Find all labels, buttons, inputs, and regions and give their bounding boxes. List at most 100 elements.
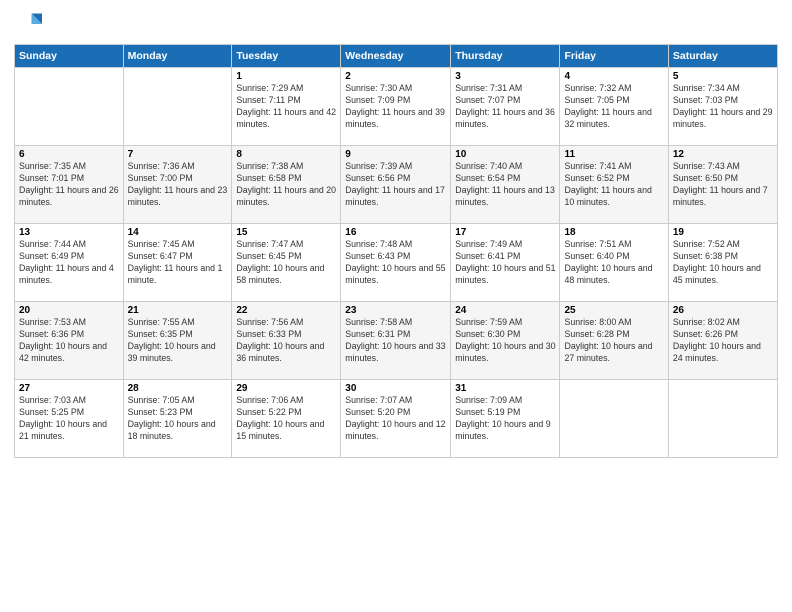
day-info: Sunrise: 7:09 AMSunset: 5:19 PMDaylight:…	[455, 395, 555, 443]
day-info: Sunrise: 7:47 AMSunset: 6:45 PMDaylight:…	[236, 239, 336, 287]
day-info: Sunrise: 7:59 AMSunset: 6:30 PMDaylight:…	[455, 317, 555, 365]
calendar-cell: 13Sunrise: 7:44 AMSunset: 6:49 PMDayligh…	[15, 224, 124, 302]
calendar-cell: 12Sunrise: 7:43 AMSunset: 6:50 PMDayligh…	[668, 146, 777, 224]
day-info: Sunrise: 7:55 AMSunset: 6:35 PMDaylight:…	[128, 317, 228, 365]
calendar-cell	[15, 68, 124, 146]
day-info: Sunrise: 7:07 AMSunset: 5:20 PMDaylight:…	[345, 395, 446, 443]
calendar-cell: 18Sunrise: 7:51 AMSunset: 6:40 PMDayligh…	[560, 224, 668, 302]
calendar-cell: 26Sunrise: 8:02 AMSunset: 6:26 PMDayligh…	[668, 302, 777, 380]
calendar-cell: 23Sunrise: 7:58 AMSunset: 6:31 PMDayligh…	[341, 302, 451, 380]
header	[14, 10, 778, 38]
day-number: 6	[19, 149, 119, 160]
calendar-cell: 16Sunrise: 7:48 AMSunset: 6:43 PMDayligh…	[341, 224, 451, 302]
day-info: Sunrise: 7:53 AMSunset: 6:36 PMDaylight:…	[19, 317, 119, 365]
logo-icon	[14, 10, 42, 38]
calendar-cell: 24Sunrise: 7:59 AMSunset: 6:30 PMDayligh…	[451, 302, 560, 380]
calendar-cell: 29Sunrise: 7:06 AMSunset: 5:22 PMDayligh…	[232, 380, 341, 458]
day-header-sunday: Sunday	[15, 45, 124, 68]
day-info: Sunrise: 7:03 AMSunset: 5:25 PMDaylight:…	[19, 395, 119, 443]
calendar-cell: 20Sunrise: 7:53 AMSunset: 6:36 PMDayligh…	[15, 302, 124, 380]
day-info: Sunrise: 7:51 AMSunset: 6:40 PMDaylight:…	[564, 239, 663, 287]
day-number: 10	[455, 149, 555, 160]
calendar-cell: 6Sunrise: 7:35 AMSunset: 7:01 PMDaylight…	[15, 146, 124, 224]
day-number: 11	[564, 149, 663, 160]
day-info: Sunrise: 7:58 AMSunset: 6:31 PMDaylight:…	[345, 317, 446, 365]
calendar-cell	[668, 380, 777, 458]
day-info: Sunrise: 7:40 AMSunset: 6:54 PMDaylight:…	[455, 161, 555, 209]
day-number: 24	[455, 305, 555, 316]
day-info: Sunrise: 7:38 AMSunset: 6:58 PMDaylight:…	[236, 161, 336, 209]
calendar-cell: 22Sunrise: 7:56 AMSunset: 6:33 PMDayligh…	[232, 302, 341, 380]
page: SundayMondayTuesdayWednesdayThursdayFrid…	[0, 0, 792, 612]
calendar-cell: 4Sunrise: 7:32 AMSunset: 7:05 PMDaylight…	[560, 68, 668, 146]
day-info: Sunrise: 7:05 AMSunset: 5:23 PMDaylight:…	[128, 395, 228, 443]
day-number: 4	[564, 71, 663, 82]
day-number: 5	[673, 71, 773, 82]
day-number: 26	[673, 305, 773, 316]
day-header-saturday: Saturday	[668, 45, 777, 68]
calendar-table: SundayMondayTuesdayWednesdayThursdayFrid…	[14, 44, 778, 458]
calendar-header-row: SundayMondayTuesdayWednesdayThursdayFrid…	[15, 45, 778, 68]
calendar-cell: 15Sunrise: 7:47 AMSunset: 6:45 PMDayligh…	[232, 224, 341, 302]
day-number: 16	[345, 227, 446, 238]
day-info: Sunrise: 8:00 AMSunset: 6:28 PMDaylight:…	[564, 317, 663, 365]
calendar-cell: 19Sunrise: 7:52 AMSunset: 6:38 PMDayligh…	[668, 224, 777, 302]
day-header-wednesday: Wednesday	[341, 45, 451, 68]
calendar-cell: 28Sunrise: 7:05 AMSunset: 5:23 PMDayligh…	[123, 380, 232, 458]
day-number: 14	[128, 227, 228, 238]
calendar-week-row: 20Sunrise: 7:53 AMSunset: 6:36 PMDayligh…	[15, 302, 778, 380]
day-info: Sunrise: 7:48 AMSunset: 6:43 PMDaylight:…	[345, 239, 446, 287]
calendar-cell	[123, 68, 232, 146]
day-info: Sunrise: 7:41 AMSunset: 6:52 PMDaylight:…	[564, 161, 663, 209]
day-number: 29	[236, 383, 336, 394]
day-info: Sunrise: 7:44 AMSunset: 6:49 PMDaylight:…	[19, 239, 119, 287]
calendar-cell: 21Sunrise: 7:55 AMSunset: 6:35 PMDayligh…	[123, 302, 232, 380]
calendar-cell: 30Sunrise: 7:07 AMSunset: 5:20 PMDayligh…	[341, 380, 451, 458]
day-info: Sunrise: 7:45 AMSunset: 6:47 PMDaylight:…	[128, 239, 228, 287]
day-header-tuesday: Tuesday	[232, 45, 341, 68]
day-info: Sunrise: 7:34 AMSunset: 7:03 PMDaylight:…	[673, 83, 773, 131]
day-number: 1	[236, 71, 336, 82]
day-number: 23	[345, 305, 446, 316]
day-number: 31	[455, 383, 555, 394]
day-number: 12	[673, 149, 773, 160]
day-number: 28	[128, 383, 228, 394]
day-info: Sunrise: 7:29 AMSunset: 7:11 PMDaylight:…	[236, 83, 336, 131]
day-number: 20	[19, 305, 119, 316]
calendar-week-row: 6Sunrise: 7:35 AMSunset: 7:01 PMDaylight…	[15, 146, 778, 224]
day-header-thursday: Thursday	[451, 45, 560, 68]
day-number: 25	[564, 305, 663, 316]
calendar-cell: 8Sunrise: 7:38 AMSunset: 6:58 PMDaylight…	[232, 146, 341, 224]
day-info: Sunrise: 7:31 AMSunset: 7:07 PMDaylight:…	[455, 83, 555, 131]
day-number: 18	[564, 227, 663, 238]
calendar-cell: 25Sunrise: 8:00 AMSunset: 6:28 PMDayligh…	[560, 302, 668, 380]
day-number: 7	[128, 149, 228, 160]
day-number: 17	[455, 227, 555, 238]
calendar-cell	[560, 380, 668, 458]
day-number: 19	[673, 227, 773, 238]
calendar-cell: 5Sunrise: 7:34 AMSunset: 7:03 PMDaylight…	[668, 68, 777, 146]
day-info: Sunrise: 7:35 AMSunset: 7:01 PMDaylight:…	[19, 161, 119, 209]
day-header-friday: Friday	[560, 45, 668, 68]
day-number: 21	[128, 305, 228, 316]
day-number: 13	[19, 227, 119, 238]
calendar-cell: 7Sunrise: 7:36 AMSunset: 7:00 PMDaylight…	[123, 146, 232, 224]
calendar-week-row: 1Sunrise: 7:29 AMSunset: 7:11 PMDaylight…	[15, 68, 778, 146]
calendar-week-row: 27Sunrise: 7:03 AMSunset: 5:25 PMDayligh…	[15, 380, 778, 458]
day-info: Sunrise: 7:36 AMSunset: 7:00 PMDaylight:…	[128, 161, 228, 209]
day-info: Sunrise: 7:06 AMSunset: 5:22 PMDaylight:…	[236, 395, 336, 443]
day-info: Sunrise: 8:02 AMSunset: 6:26 PMDaylight:…	[673, 317, 773, 365]
day-header-monday: Monday	[123, 45, 232, 68]
day-number: 22	[236, 305, 336, 316]
calendar-cell: 10Sunrise: 7:40 AMSunset: 6:54 PMDayligh…	[451, 146, 560, 224]
day-number: 8	[236, 149, 336, 160]
calendar-cell: 11Sunrise: 7:41 AMSunset: 6:52 PMDayligh…	[560, 146, 668, 224]
calendar-cell: 27Sunrise: 7:03 AMSunset: 5:25 PMDayligh…	[15, 380, 124, 458]
day-number: 27	[19, 383, 119, 394]
calendar-cell: 14Sunrise: 7:45 AMSunset: 6:47 PMDayligh…	[123, 224, 232, 302]
day-info: Sunrise: 7:43 AMSunset: 6:50 PMDaylight:…	[673, 161, 773, 209]
day-number: 30	[345, 383, 446, 394]
day-info: Sunrise: 7:39 AMSunset: 6:56 PMDaylight:…	[345, 161, 446, 209]
logo	[14, 10, 46, 38]
calendar-cell: 31Sunrise: 7:09 AMSunset: 5:19 PMDayligh…	[451, 380, 560, 458]
